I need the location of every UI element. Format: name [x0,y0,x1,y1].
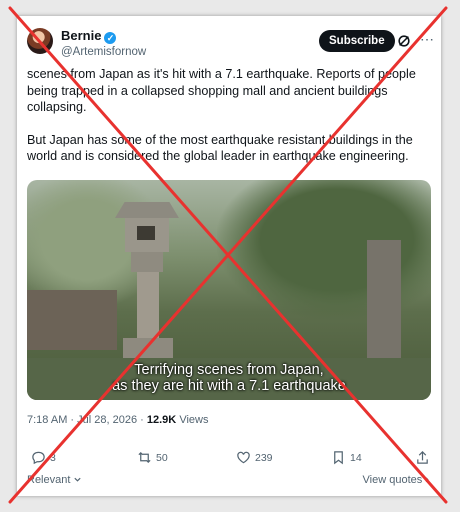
repost-icon [138,451,151,464]
bookmark-button[interactable]: 14 [331,450,362,465]
stone-lantern [115,202,179,218]
like-button[interactable]: 239 [236,450,273,465]
chevron-right-icon: › [425,474,429,486]
more-options-icon[interactable]: ⋯ [420,31,435,48]
author-block[interactable]: Bernie ✓ @Artemisfornow [61,28,146,59]
views-count: 12.9K [146,414,177,426]
reply-count: 3 [50,451,56,464]
verified-badge-icon: ✓ [104,32,117,44]
grok-icon[interactable] [397,34,411,48]
view-quotes-label: View quotes [362,474,423,486]
stone-lantern [137,272,159,340]
reply-icon [32,451,45,465]
avatar[interactable] [27,28,53,54]
caption-line-2: as they are hit with a 7.1 earthquake [112,378,346,394]
tweet-card: Bernie ✓ @Artemisfornow Subscribe ⋯ scene… [17,16,441,496]
subscribe-button[interactable]: Subscribe [319,30,395,52]
post-time[interactable]: 7:18 AM [27,414,67,426]
action-bar: 3 50 239 14 [29,450,433,470]
like-count: 239 [255,451,273,464]
tweet-header: Bernie ✓ @Artemisfornow Subscribe ⋯ [27,26,434,62]
post-paragraph-1: scenes from Japan as it's hit with a 7.1… [27,67,416,114]
post-paragraph-2: But Japan has some of the most earthquak… [27,132,413,164]
stone-lantern [137,226,155,240]
stone-lantern [367,240,401,360]
video-caption: Terrifying scenes from Japan, as they ar… [27,362,431,394]
bookmark-icon [334,451,343,465]
chevron-down-icon [74,477,82,482]
stone-lantern [131,252,163,272]
tweet-meta: 7:18 AM · Jul 28, 2026 · 12.9K Views [27,414,208,426]
bookmark-count: 14 [350,451,362,464]
caption-line-1: Terrifying scenes from Japan, [134,362,324,378]
repost-button[interactable]: 50 [137,450,168,465]
reply-button[interactable]: 3 [31,450,56,465]
repost-count: 50 [156,451,168,464]
relevant-sort-dropdown[interactable]: Relevant [27,474,82,486]
view-quotes-link[interactable]: View quotes › [363,474,429,486]
building [27,290,117,350]
video-thumbnail[interactable]: Terrifying scenes from Japan, as they ar… [27,180,431,400]
handle[interactable]: @Artemisfornow [61,45,146,59]
heart-icon [237,451,250,464]
share-button[interactable] [415,450,430,465]
post-body: scenes from Japan as it's hit with a 7.1… [27,66,432,181]
share-icon [417,451,428,464]
meta-separator: · [70,414,75,426]
post-date[interactable]: Jul 28, 2026 [77,414,137,426]
views-label: Views [179,414,209,426]
display-name[interactable]: Bernie [61,28,101,43]
meta-separator: · [140,414,144,426]
relevant-label: Relevant [27,474,71,486]
